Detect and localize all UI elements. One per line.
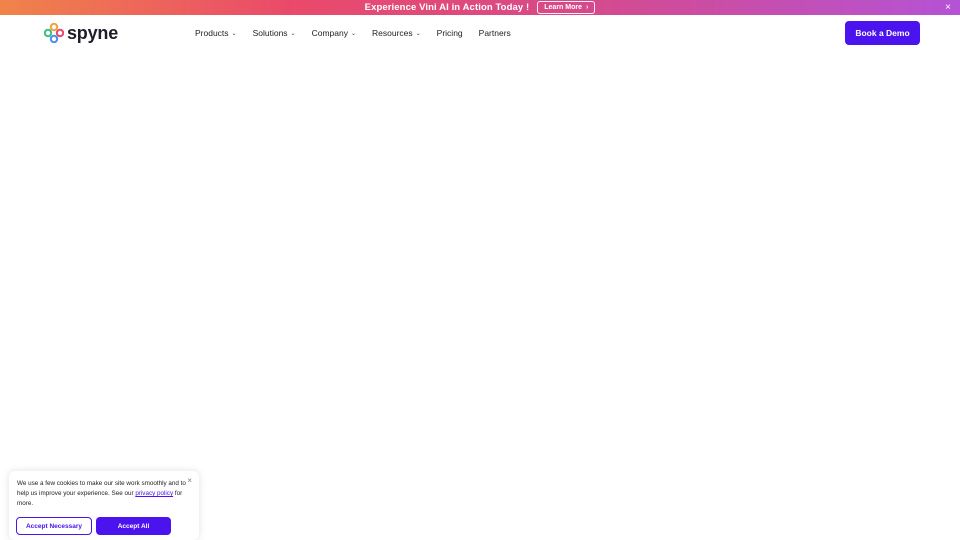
accept-all-button[interactable]: Accept All <box>96 517 171 535</box>
chevron-down-icon: ⌄ <box>290 30 296 37</box>
nav-item-label: Resources <box>372 28 413 38</box>
site-header: spyne Products ⌄ Solutions ⌄ Company ⌄ R… <box>0 15 960 53</box>
nav-item-label: Solutions <box>252 28 288 38</box>
accept-necessary-button[interactable]: Accept Necessary <box>16 517 92 535</box>
logo[interactable]: spyne <box>44 23 118 43</box>
spyne-logo-icon <box>44 23 64 43</box>
chevron-down-icon: ⌄ <box>350 30 356 37</box>
chevron-down-icon: ⌄ <box>231 30 237 37</box>
learn-more-label: Learn More <box>544 4 582 11</box>
cookie-banner: × We use a few cookies to make our site … <box>9 471 199 540</box>
cookie-message: We use a few cookies to make our site wo… <box>17 479 187 509</box>
nav-item-label: Pricing <box>436 28 463 38</box>
nav-item-resources[interactable]: Resources ⌄ <box>372 28 421 38</box>
nav-item-partners[interactable]: Partners <box>479 28 511 38</box>
chevron-down-icon: ⌄ <box>415 30 421 37</box>
page: Experience Vini AI in Action Today ! Lea… <box>0 0 960 540</box>
main-nav: Products ⌄ Solutions ⌄ Company ⌄ Resourc… <box>195 28 511 38</box>
book-demo-button[interactable]: Book a Demo <box>845 21 920 45</box>
nav-item-products[interactable]: Products ⌄ <box>195 28 237 38</box>
privacy-policy-link[interactable]: privacy policy <box>135 490 173 497</box>
chevron-right-icon: › <box>586 4 589 11</box>
nav-item-solutions[interactable]: Solutions ⌄ <box>253 28 296 38</box>
nav-item-label: Company <box>311 28 348 38</box>
logo-text: spyne <box>67 23 119 43</box>
promo-banner: Experience Vini AI in Action Today ! Lea… <box>0 0 960 15</box>
close-icon[interactable]: × <box>945 1 951 14</box>
close-icon[interactable]: × <box>187 476 192 485</box>
promo-text: Experience Vini AI in Action Today ! <box>364 2 530 13</box>
nav-item-label: Products <box>195 28 229 38</box>
nav-item-company[interactable]: Company ⌄ <box>312 28 356 38</box>
nav-item-label: Partners <box>478 28 511 38</box>
nav-item-pricing[interactable]: Pricing <box>437 28 463 38</box>
learn-more-button[interactable]: Learn More › <box>537 1 596 14</box>
